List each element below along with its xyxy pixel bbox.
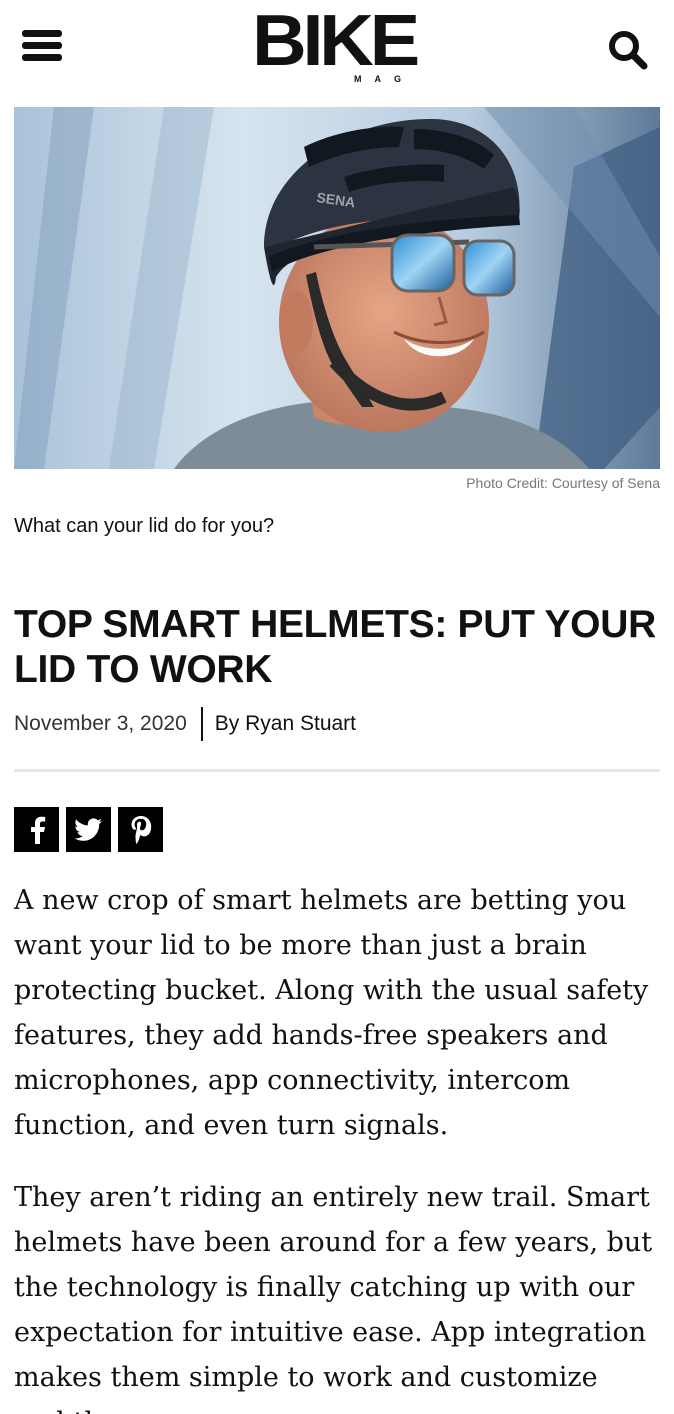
search-icon[interactable]: [606, 28, 648, 70]
image-caption: What can your lid do for you?: [14, 515, 275, 537]
logo-wordmark: BIKE: [252, 1, 420, 81]
facebook-share-button[interactable]: [14, 807, 59, 852]
hero-image: SENA: [14, 107, 660, 469]
photo-credit: Photo Credit: Courtesy of Sena: [466, 475, 660, 491]
author-byline[interactable]: By Ryan Stuart: [203, 712, 356, 736]
article-body: A new crop of smart helmets are betting …: [14, 878, 654, 1414]
article-paragraph: A new crop of smart helmets are betting …: [14, 885, 649, 1141]
site-logo[interactable]: BIKE MAG: [244, 1, 424, 88]
publish-date: November 3, 2020: [14, 712, 187, 735]
pinterest-share-button[interactable]: [118, 807, 163, 852]
share-bar: [14, 807, 163, 852]
site-header: BIKE MAG: [0, 0, 674, 100]
article-meta: November 3, 2020 By Ryan Stuart: [14, 706, 356, 742]
header-divider: [14, 769, 660, 772]
article-paragraph: They aren’t riding an entirely new trail…: [14, 1182, 653, 1414]
pinterest-icon: [131, 815, 151, 844]
article-title: TOP SMART HELMETS: PUT YOUR LID TO WORK: [14, 603, 656, 691]
twitter-share-button[interactable]: [66, 807, 111, 852]
twitter-icon: [74, 817, 102, 841]
facebook-icon: [30, 816, 45, 844]
hamburger-menu-icon[interactable]: [22, 30, 62, 66]
